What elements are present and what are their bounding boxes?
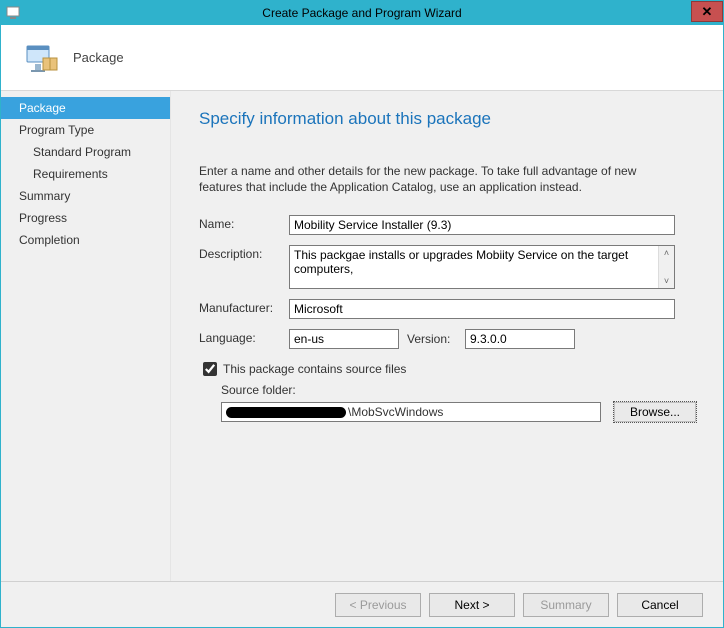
wizard-header: Package <box>1 25 723 91</box>
name-label: Name: <box>199 215 289 231</box>
nav-item-progress[interactable]: Progress <box>1 207 170 229</box>
summary-button[interactable]: Summary <box>523 593 609 617</box>
description-input[interactable] <box>290 246 658 288</box>
description-label: Description: <box>199 245 289 261</box>
close-button[interactable]: ✕ <box>691 1 723 22</box>
window-title: Create Package and Program Wizard <box>1 6 723 20</box>
version-input[interactable] <box>465 329 575 349</box>
scroll-up-icon[interactable]: ˄ <box>659 246 674 260</box>
page-intro: Enter a name and other details for the n… <box>199 163 679 195</box>
language-label: Language: <box>199 329 289 345</box>
version-label: Version: <box>407 332 457 346</box>
contains-source-label[interactable]: This package contains source files <box>223 362 406 376</box>
source-folder-suffix: \MobSvcWindows <box>348 405 443 419</box>
wizard-window: Create Package and Program Wizard ✕ Pack… <box>0 0 724 628</box>
description-scrollbar[interactable]: ˄ ˅ <box>658 246 674 288</box>
cancel-button[interactable]: Cancel <box>617 593 703 617</box>
page-heading: Specify information about this package <box>199 109 699 129</box>
nav-item-program-type[interactable]: Program Type <box>1 119 170 141</box>
manufacturer-label: Manufacturer: <box>199 299 289 315</box>
contains-source-checkbox[interactable] <box>203 362 217 376</box>
source-folder-label: Source folder: <box>199 383 699 397</box>
redacted-path <box>226 407 346 418</box>
wizard-footer: < Previous Next > Summary Cancel <box>1 581 723 627</box>
nav-item-completion[interactable]: Completion <box>1 229 170 251</box>
wizard-content: Specify information about this package E… <box>171 91 723 581</box>
name-input[interactable] <box>289 215 675 235</box>
wizard-step-title: Package <box>73 50 124 65</box>
nav-item-requirements[interactable]: Requirements <box>1 163 170 185</box>
wizard-nav: PackageProgram TypeStandard ProgramRequi… <box>1 91 171 581</box>
nav-item-package[interactable]: Package <box>1 97 170 119</box>
previous-button[interactable]: < Previous <box>335 593 421 617</box>
titlebar: Create Package and Program Wizard ✕ <box>1 1 723 25</box>
nav-item-standard-program[interactable]: Standard Program <box>1 141 170 163</box>
nav-item-summary[interactable]: Summary <box>1 185 170 207</box>
app-icon <box>5 5 21 21</box>
close-icon: ✕ <box>702 4 713 20</box>
package-icon <box>21 38 61 78</box>
manufacturer-input[interactable] <box>289 299 675 319</box>
browse-button[interactable]: Browse... <box>613 401 697 423</box>
source-folder-input[interactable]: \MobSvcWindows <box>221 402 601 422</box>
scroll-down-icon[interactable]: ˅ <box>659 274 674 288</box>
language-input[interactable] <box>289 329 399 349</box>
next-button[interactable]: Next > <box>429 593 515 617</box>
